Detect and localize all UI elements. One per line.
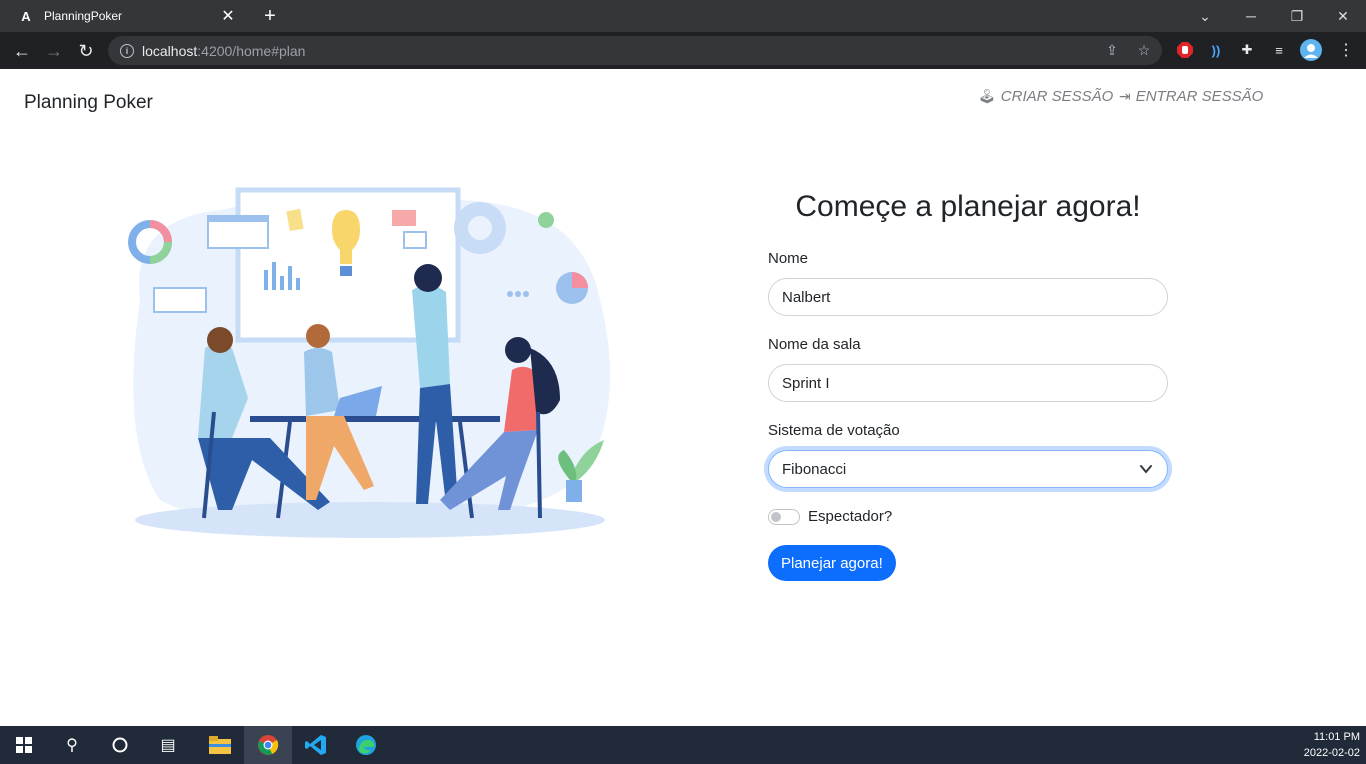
window-close-button[interactable]: ✕ (1320, 0, 1366, 32)
plan-now-button[interactable]: Planejar agora! (768, 545, 896, 581)
clock-date: 2022-02-02 (1303, 747, 1360, 759)
chevron-down-icon (1140, 465, 1152, 474)
edge-icon[interactable] (342, 726, 390, 764)
nav-create-session-label: CRIAR SESSÃO (1000, 88, 1114, 105)
url-host: localhost (142, 42, 198, 59)
browser-tabbar: A PlanningPoker ✕ + ⌄ ─ ❐ ✕ (0, 0, 1366, 32)
voting-system-value: Fibonacci (782, 460, 847, 478)
app-brand[interactable]: Planning Poker (24, 92, 153, 114)
profile-avatar[interactable] (1300, 39, 1322, 61)
adblock-extension-icon[interactable] (1174, 39, 1196, 61)
back-button[interactable]: ← (9, 38, 35, 64)
media-queue-icon[interactable]: ≡ (1268, 39, 1290, 61)
nav-create-session[interactable]: 🕹 CRIAR SESSÃO (978, 88, 1113, 105)
name-input-value: Nalbert (782, 288, 831, 306)
voting-system-select[interactable]: Fibonacci (768, 450, 1168, 488)
bookmark-star-icon[interactable]: ☆ (1134, 40, 1154, 60)
address-bar[interactable]: i localhost:4200/home#plan (108, 36, 1162, 65)
browser-toolbar: ← → ↻ i localhost:4200/home#plan ⇪ ☆ )) … (0, 32, 1366, 69)
wave-extension-icon[interactable]: )) (1205, 39, 1227, 61)
windows-start-icon[interactable] (0, 726, 48, 764)
reload-button[interactable]: ↻ (73, 38, 99, 64)
extensions-puzzle-icon[interactable]: ✚ (1236, 39, 1258, 61)
login-icon: ⇥ (1119, 88, 1131, 104)
name-input[interactable]: Nalbert (768, 278, 1168, 316)
minimize-button[interactable]: ─ (1228, 0, 1274, 32)
tab-title: PlanningPoker (44, 9, 123, 23)
tab-search-icon[interactable]: ⌄ (1182, 0, 1228, 32)
nav-join-session-label: ENTRAR SESSÃO (1135, 88, 1264, 105)
joystick-icon: 🕹 (978, 88, 996, 104)
file-explorer-icon[interactable] (196, 726, 244, 764)
spectator-label: Espectador? (808, 508, 893, 525)
page-heading: Começe a planejar agora! (795, 190, 1141, 223)
clock-time: 11:01 PM (1313, 731, 1360, 743)
close-tab-icon[interactable]: ✕ (220, 6, 236, 26)
room-name-input-value: Sprint I (782, 374, 830, 392)
url-path: :4200/home#plan (197, 42, 306, 59)
vscode-icon[interactable] (292, 726, 340, 764)
browser-tab[interactable]: A PlanningPoker ✕ (8, 0, 246, 32)
room-name-label: Nome da sala (768, 336, 861, 353)
new-tab-button[interactable]: + (258, 4, 282, 28)
windows-taskbar: ⚲ ▤ 11:01 PM 2022-02-02 (0, 726, 1366, 764)
share-icon[interactable]: ⇪ (1102, 40, 1122, 60)
forward-button[interactable]: → (41, 38, 67, 64)
cortana-icon[interactable] (96, 726, 144, 764)
room-name-input[interactable]: Sprint I (768, 364, 1168, 402)
site-info-icon[interactable]: i (120, 43, 134, 58)
angular-favicon-icon: A (21, 8, 31, 24)
name-label: Nome (768, 250, 809, 267)
nav-join-session[interactable]: ⇥ ENTRAR SESSÃO (1119, 88, 1263, 105)
task-view-icon[interactable]: ▤ (144, 726, 192, 764)
restore-button[interactable]: ❐ (1274, 0, 1320, 32)
search-icon[interactable]: ⚲ (48, 726, 96, 764)
voting-system-label: Sistema de votação (768, 422, 900, 439)
chrome-taskbar-icon[interactable] (244, 726, 292, 764)
taskbar-clock[interactable]: 11:01 PM 2022-02-02 (1304, 729, 1360, 761)
browser-menu-icon[interactable]: ⋮ (1335, 39, 1357, 61)
spectator-toggle[interactable] (768, 509, 800, 525)
team-meeting-illustration (128, 187, 611, 538)
